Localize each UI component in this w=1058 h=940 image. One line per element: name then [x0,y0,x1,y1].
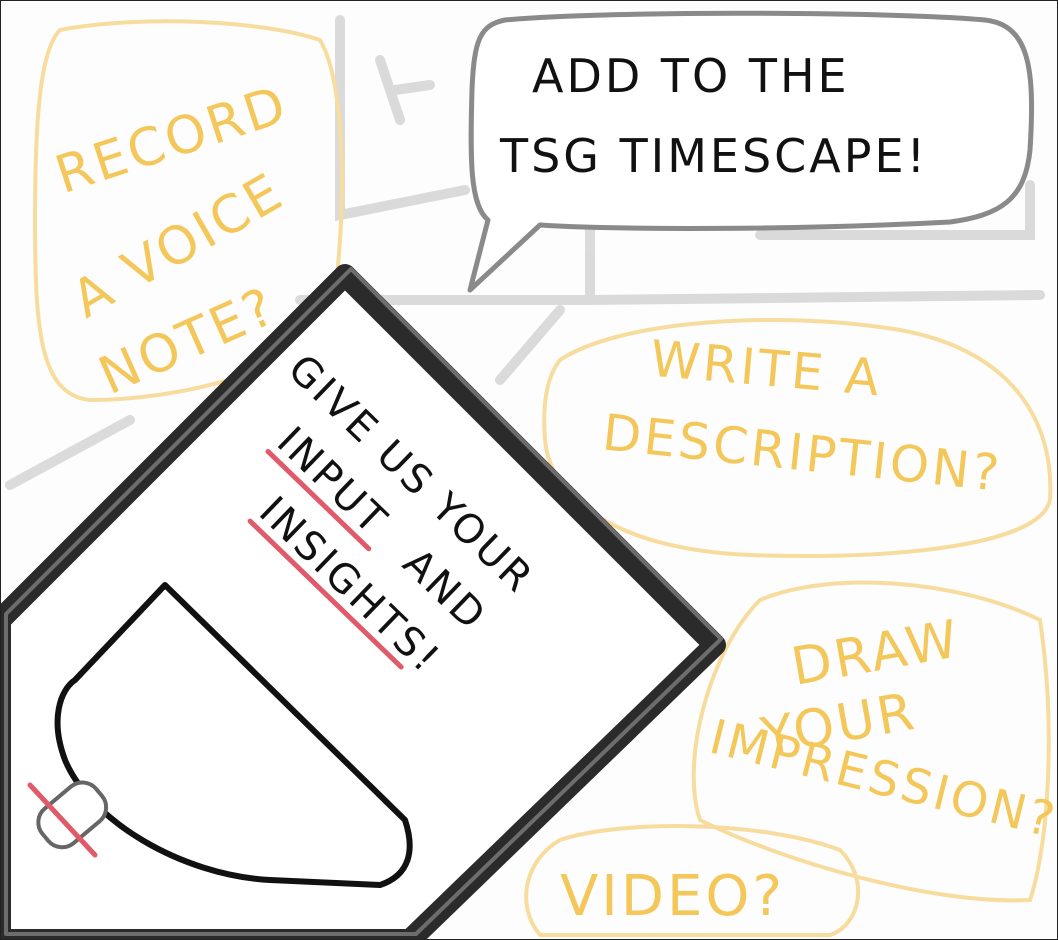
video-idea: VIDEO? [524,824,860,937]
speech-bubble: ADD TO THE TSG TIMESCAPE! [467,10,1035,293]
drawing-idea: DRAW YOUR IMPRESSION? [691,580,1058,903]
description-line1: WRITE A [648,330,884,408]
speech-bubble-line2: TSG TIMESCAPE! [499,129,928,183]
speech-bubble-line1: ADD TO THE [532,49,850,103]
description-idea: WRITE A DESCRIPTION? [542,318,1053,558]
drawing-line1: DRAW [787,609,965,698]
video-label: VIDEO? [560,864,785,929]
sketch-scene: ADD TO THE TSG TIMESCAPE! RECORD A VOICE… [0,10,1058,940]
description-line2: DESCRIPTION? [600,403,1005,503]
sketch-canvas: ADD TO THE TSG TIMESCAPE! RECORD A VOICE… [0,0,1058,940]
